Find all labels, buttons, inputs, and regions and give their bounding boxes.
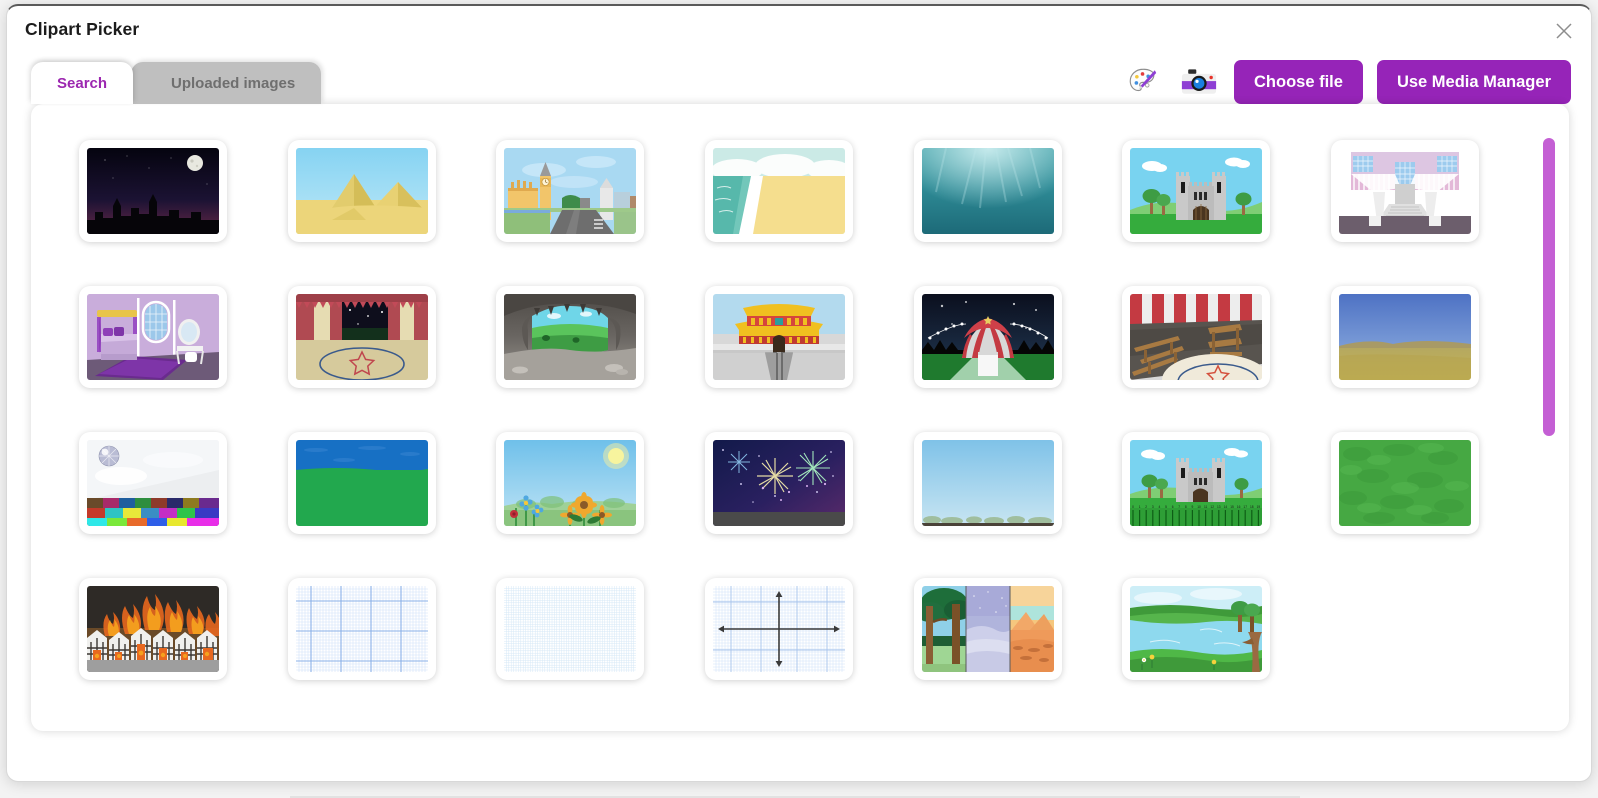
thumbnail-image	[295, 586, 428, 672]
svg-text:13: 13	[1217, 505, 1221, 509]
thumbnail-image	[921, 440, 1054, 526]
clipart-item-underwater-ocean[interactable]	[913, 140, 1062, 242]
clipart-item-grand-staircase-hall[interactable]	[1330, 140, 1479, 242]
svg-text:9: 9	[1192, 505, 1194, 509]
clipart-item-night-city-skyline[interactable]	[79, 140, 228, 242]
thumbnail-image	[1338, 294, 1471, 380]
clipart-item-castle-number-line[interactable]: 012 345 678 9 10 11 12 13 14 15 16 17 18 19	[1122, 432, 1271, 534]
clipart-item-disco-dance-floor[interactable]	[79, 432, 228, 534]
clipart-item-graph-paper-major-grid[interactable]	[287, 578, 436, 680]
use-media-manager-button[interactable]: Use Media Manager	[1376, 60, 1571, 104]
thumbnail-image	[921, 586, 1054, 672]
dialog-title: Clipart Picker	[25, 19, 140, 39]
svg-text:5: 5	[1165, 505, 1167, 509]
thumbnail-image	[1130, 294, 1263, 380]
gallery-scrollbar-track[interactable]	[1543, 114, 1555, 721]
thumbnail-image	[1130, 148, 1263, 234]
thumbnail-image	[504, 148, 637, 234]
clipart-item-three-habitats-panels[interactable]	[913, 578, 1062, 680]
thumbnail-image	[1130, 586, 1263, 672]
svg-text:3: 3	[1152, 505, 1154, 509]
thumbnail-image	[712, 294, 845, 380]
clipart-item-circus-stage-ring[interactable]	[287, 286, 436, 388]
svg-text:17: 17	[1244, 505, 1248, 509]
clipart-picker-dialog: Clipart Picker Uploaded images Search Ch…	[6, 4, 1592, 782]
thumbnail-image	[1338, 148, 1471, 234]
svg-text:4: 4	[1159, 505, 1161, 509]
clipart-item-pyramids-desert[interactable]	[287, 140, 436, 242]
clipart-item-circus-tent-night[interactable]	[913, 286, 1062, 388]
clipart-item-savanna-plains[interactable]	[1330, 286, 1479, 388]
gallery-scrollbar-thumb[interactable]	[1543, 138, 1555, 436]
thumbnail-image	[295, 440, 428, 526]
thumbnail-image	[712, 148, 845, 234]
thumbnail-image	[1338, 440, 1471, 526]
toolbar-actions: Choose file Use Media Manager	[1122, 60, 1571, 104]
svg-text:19: 19	[1257, 505, 1261, 509]
choose-file-button[interactable]: Choose file	[1234, 60, 1363, 104]
camera-icon[interactable]	[1178, 61, 1220, 103]
clipart-item-grass-texture[interactable]	[1330, 432, 1479, 534]
clipart-grid: 012 345 678 9 10 11 12 13 14 15 16 17 18 19	[49, 118, 1509, 718]
tab-uploaded-images-label: Uploaded images	[171, 74, 296, 92]
thumbnail-image	[921, 148, 1054, 234]
clipart-gallery-panel: 012 345 678 9 10 11 12 13 14 15 16 17 18 19	[31, 104, 1569, 731]
clipart-item-sky-grass-simple[interactable]	[287, 432, 436, 534]
thumbnail-image	[295, 148, 428, 234]
palette-icon[interactable]	[1122, 61, 1164, 103]
svg-text:2: 2	[1145, 505, 1147, 509]
clipart-item-lake-riverbank[interactable]	[1122, 578, 1271, 680]
svg-text:7: 7	[1178, 505, 1180, 509]
svg-text:11: 11	[1204, 505, 1208, 509]
thumbnail-image	[87, 440, 220, 526]
thumbnail-image: 012 345 678 9 10 11 12 13 14 15 16 17 18 19	[1130, 440, 1263, 526]
svg-text:14: 14	[1224, 505, 1228, 509]
clipart-item-circus-bleachers[interactable]	[1122, 286, 1271, 388]
clipart-item-princess-bedroom[interactable]	[79, 286, 228, 388]
tab-search-label: Search	[57, 74, 108, 92]
svg-text:0: 0	[1132, 505, 1134, 509]
thumbnail-image	[504, 294, 637, 380]
svg-text:1: 1	[1139, 505, 1141, 509]
thumbnail-image	[504, 440, 637, 526]
tab-search[interactable]: Search	[31, 62, 134, 104]
tab-bar: Uploaded images Search Choose file Use M…	[7, 54, 1591, 104]
thumbnail-image	[712, 586, 845, 672]
clipart-item-big-ben-london-street[interactable]	[496, 140, 645, 242]
clipart-item-cave-interior[interactable]	[496, 286, 645, 388]
close-icon[interactable]	[1551, 18, 1577, 44]
clipart-item-plain-blue-sky[interactable]	[913, 432, 1062, 534]
svg-text:12: 12	[1211, 505, 1215, 509]
svg-text:8: 8	[1185, 505, 1187, 509]
clipart-item-chinese-palace[interactable]	[704, 286, 853, 388]
svg-text:16: 16	[1237, 505, 1241, 509]
thumbnail-image	[504, 586, 637, 672]
clipart-item-graph-paper-fine-grid[interactable]	[496, 578, 645, 680]
svg-text:10: 10	[1197, 505, 1201, 509]
tab-uploaded-images[interactable]: Uploaded images	[131, 62, 322, 104]
thumbnail-image	[712, 440, 845, 526]
thumbnail-image	[87, 294, 220, 380]
svg-text:6: 6	[1172, 505, 1174, 509]
thumbnail-image	[87, 148, 220, 234]
clipart-item-castle-green-hills[interactable]	[1122, 140, 1271, 242]
clipart-item-coordinate-axes-grid[interactable]	[704, 578, 853, 680]
clipart-item-beach-shoreline[interactable]	[704, 140, 853, 242]
svg-text:15: 15	[1230, 505, 1234, 509]
thumbnail-image	[295, 294, 428, 380]
dialog-header: Clipart Picker	[7, 6, 1591, 54]
clipart-item-flower-meadow-sun[interactable]	[496, 432, 645, 534]
clipart-item-great-fire-of-london[interactable]	[79, 578, 228, 680]
thumbnail-image	[87, 586, 220, 672]
svg-text:18: 18	[1250, 505, 1254, 509]
clipart-item-fireworks-night[interactable]	[704, 432, 853, 534]
thumbnail-image	[921, 294, 1054, 380]
